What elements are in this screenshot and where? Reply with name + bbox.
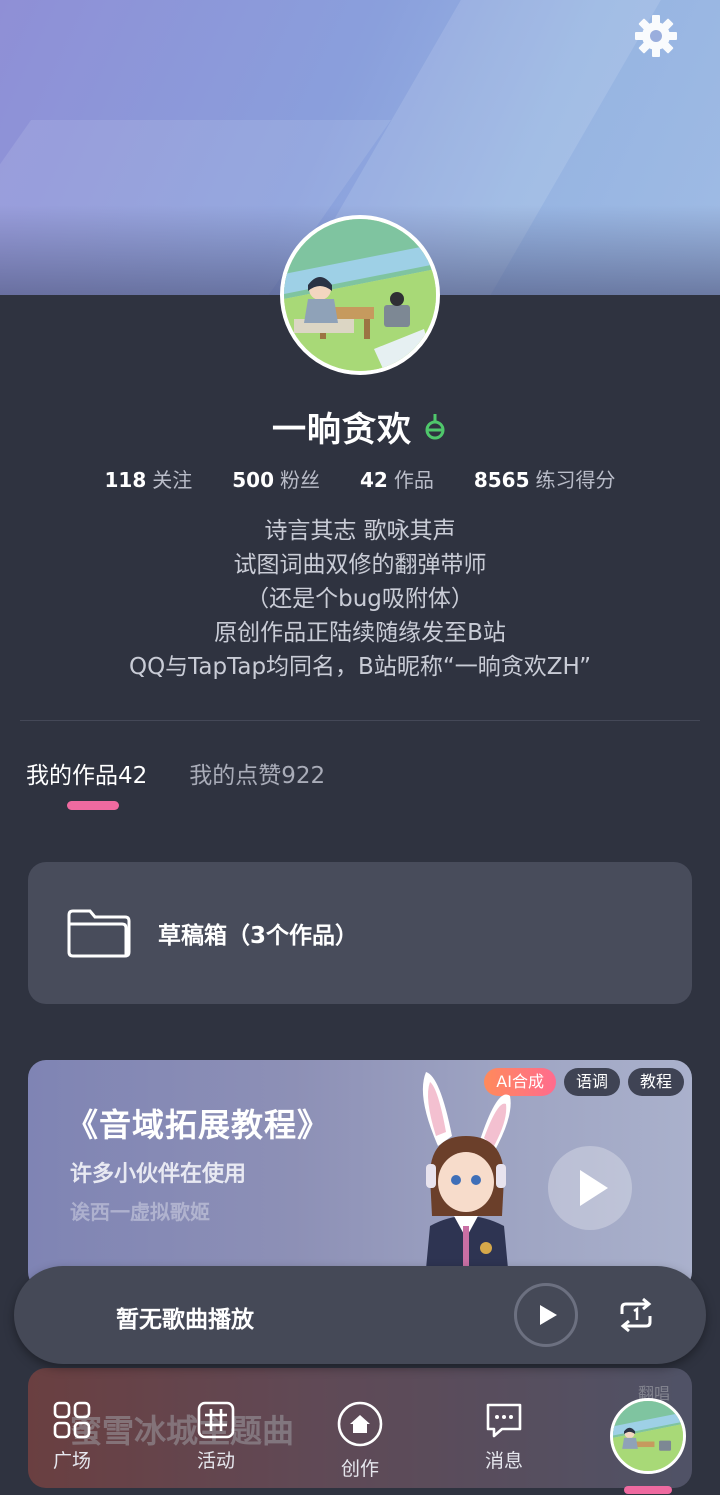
bio-line: 原创作品正陆续随缘发至B站 [214, 620, 506, 646]
profile-tabs: 我的作品42 我的点赞922 [26, 756, 325, 790]
nav-item-activity[interactable]: 活动 [176, 1400, 256, 1473]
username-row: 一晌贪欢 [0, 402, 720, 451]
message-icon [486, 1403, 522, 1438]
banner-author: 诶西一虚拟歌姬 [70, 1200, 210, 1224]
tutorial-banner-card[interactable]: 《音域拓展教程》 许多小伙伴在使用 诶西一虚拟歌姬 AI合成 语调 教程 [28, 1060, 692, 1290]
drafts-label: 草稿箱（3个作品） [158, 923, 359, 949]
nav-label: 活动 [196, 1450, 235, 1472]
stat-number: 42 [359, 468, 388, 492]
tab-my-works[interactable]: 我的作品42 [26, 756, 147, 790]
hash-icon [197, 1401, 235, 1439]
virtual-singer-illustration [422, 1072, 511, 1290]
stat-label: 作品 [393, 468, 434, 492]
bio-line: 试图词曲双修的翻弹带师 [233, 552, 487, 578]
male-gender-icon [425, 413, 445, 439]
username: 一晌贪欢 [272, 410, 412, 450]
stat-number: 500 [232, 468, 274, 492]
stat-number: 118 [104, 468, 147, 492]
profile-stats: 118 关注 500 粉丝 42 作品 8565 练习得分 [0, 464, 720, 493]
avatar[interactable] [280, 215, 440, 375]
stat-label: 粉丝 [279, 468, 320, 492]
banner-title: 《音域拓展教程》 [66, 1106, 331, 1144]
stat-number: 8565 [473, 468, 530, 492]
nav-label: 创作 [340, 1458, 379, 1480]
stat-label: 关注 [152, 468, 193, 492]
bio-line: 诗言其志 歌咏其声 [264, 518, 456, 544]
player-status: 暂无歌曲播放 [116, 1307, 254, 1333]
nav-item-create[interactable]: 创作 [320, 1400, 400, 1481]
active-tab-indicator [67, 801, 119, 810]
profile-bio: 诗言其志 歌咏其声 试图词曲双修的翻弹带师 （还是个bug吸附体） 原创作品正陆… [0, 514, 720, 684]
bio-line: QQ与TapTap均同名，B站昵称“一晌贪欢ZH” [128, 654, 592, 680]
tag: 语调 [563, 1068, 620, 1096]
grid-icon [53, 1401, 91, 1439]
home-circle-icon [337, 1401, 383, 1447]
nav-item-profile-avatar[interactable] [610, 1398, 686, 1474]
stat-works[interactable]: 42 作品 [360, 464, 434, 493]
stat-followers[interactable]: 500 粉丝 [232, 464, 320, 493]
nav-item-messages[interactable]: 消息 [464, 1400, 544, 1473]
divider [20, 720, 700, 721]
active-nav-indicator [624, 1486, 672, 1494]
repeat-one-icon[interactable] [616, 1296, 656, 1334]
bio-line: （还是个bug吸附体） [246, 586, 474, 612]
banner-subtitle: 许多小伙伴在使用 [70, 1162, 247, 1187]
gear-icon[interactable] [632, 12, 680, 60]
stat-label: 练习得分 [535, 468, 616, 492]
folder-icon [67, 909, 131, 958]
play-icon [580, 1170, 608, 1206]
banner-play-button[interactable] [548, 1146, 632, 1230]
stat-practice-score[interactable]: 8565 练习得分 [474, 464, 616, 493]
nav-item-square[interactable]: 广场 [32, 1400, 112, 1473]
tag: 教程 [627, 1068, 684, 1096]
play-icon [540, 1305, 557, 1325]
tab-my-likes[interactable]: 我的点赞922 [189, 756, 325, 790]
stat-following[interactable]: 118 关注 [104, 464, 192, 493]
bottom-navigation: 广场 活动 创作 消息 [0, 1390, 720, 1495]
drafts-box-card[interactable]: 草稿箱（3个作品） [28, 862, 692, 1004]
mini-player[interactable]: 暂无歌曲播放 [14, 1266, 706, 1364]
nav-label: 消息 [484, 1450, 523, 1472]
player-play-button[interactable] [514, 1283, 578, 1347]
nav-label: 广场 [52, 1450, 91, 1472]
